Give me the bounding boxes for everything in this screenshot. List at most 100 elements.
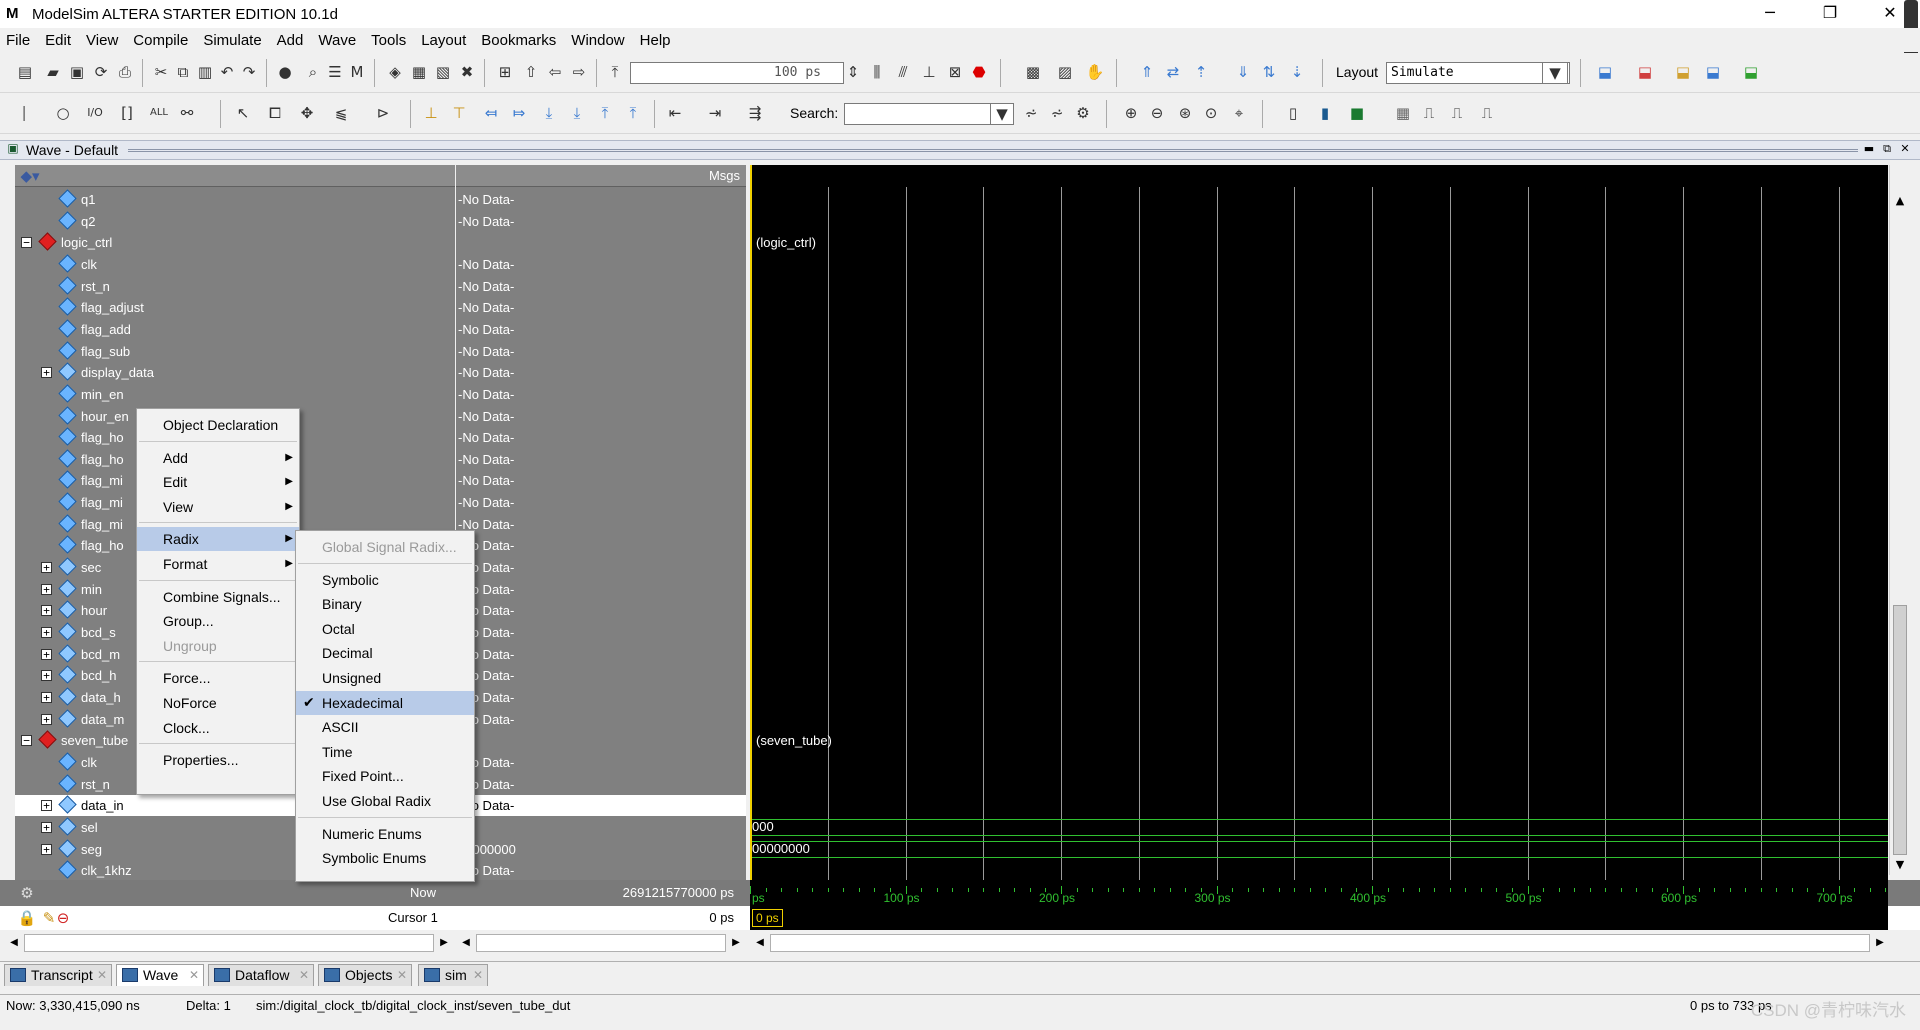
signal-row[interactable]: flag_adjust bbox=[15, 297, 455, 318]
wave-fall-icon[interactable]: ⎍ bbox=[1446, 102, 1468, 124]
tab-dataflow[interactable]: Dataflow ✕ bbox=[208, 964, 314, 986]
wave-close-button[interactable]: ✕ bbox=[1898, 142, 1912, 156]
wave-edge-icon[interactable]: ⎍ bbox=[1476, 102, 1498, 124]
expand-icon[interactable]: + bbox=[41, 583, 52, 595]
signal-row[interactable]: + display_data bbox=[15, 362, 455, 383]
cursor-add-icon[interactable]: ⊥ bbox=[420, 102, 442, 124]
menu-item-numeric-enums[interactable]: Numeric Enums bbox=[296, 822, 474, 846]
menu-item-noforce[interactable]: NoForce bbox=[137, 691, 299, 715]
menu-item-ascii[interactable]: ASCII bbox=[296, 715, 474, 739]
layout-dropdown-chevron-icon[interactable]: ▼ bbox=[1542, 62, 1568, 84]
search-dropdown-chevron-icon[interactable]: ▼ bbox=[990, 103, 1014, 125]
menu-item-properties[interactable]: Properties... bbox=[137, 748, 299, 772]
menu-item-object-declaration[interactable]: Object Declaration bbox=[137, 413, 299, 437]
menu-item-binary[interactable]: Binary bbox=[296, 592, 474, 616]
menu-simulate[interactable]: Simulate bbox=[203, 32, 261, 49]
cursor-time-marker[interactable]: 0 ps bbox=[752, 909, 783, 927]
stop-icon[interactable]: ⬣ bbox=[968, 61, 990, 83]
expand-icon[interactable]: + bbox=[41, 562, 52, 574]
run-length-spinner-icon[interactable]: ⇕ bbox=[846, 61, 860, 83]
tab-close-icon[interactable]: ✕ bbox=[299, 965, 309, 985]
find-prev-icon[interactable]: ⇤ bbox=[664, 102, 686, 124]
menu-item-group[interactable]: Group... bbox=[137, 609, 299, 633]
names-scroll-right-icon[interactable]: ▶ bbox=[436, 934, 452, 952]
zero-icon[interactable]: ○ bbox=[52, 102, 74, 124]
forward-arrow-icon[interactable]: ⇨ bbox=[568, 61, 590, 83]
search-input[interactable] bbox=[844, 103, 1014, 125]
wave-rise-icon[interactable]: ⎍ bbox=[1418, 102, 1440, 124]
simulate-icon[interactable]: ◈ bbox=[384, 61, 406, 83]
expand-icon[interactable]: + bbox=[41, 800, 52, 812]
insert-cursor-icon[interactable]: ⎸ bbox=[20, 102, 42, 124]
hier-up-icon[interactable]: ⇑ bbox=[1136, 61, 1158, 83]
restore-button[interactable]: ❐ bbox=[1800, 0, 1860, 28]
paste-icon[interactable]: ▥ bbox=[194, 61, 216, 83]
cursor-delete-icon[interactable]: ⊤ bbox=[448, 102, 470, 124]
scroll-down-arrow-icon[interactable]: ▼ bbox=[1892, 857, 1908, 873]
modelsim-m-icon[interactable]: M bbox=[346, 61, 368, 83]
values-scroll-right-icon[interactable]: ▶ bbox=[728, 934, 744, 952]
tab-close-icon[interactable]: ✕ bbox=[473, 965, 483, 985]
now-row-tools-icon[interactable]: ⚙ bbox=[16, 882, 38, 904]
select-pointer-icon[interactable]: ↖ bbox=[232, 102, 254, 124]
up-arrow-icon[interactable]: ⇧ bbox=[520, 61, 542, 83]
step-over-icon[interactable]: ▨ bbox=[1054, 61, 1076, 83]
expand-icon[interactable]: + bbox=[41, 627, 52, 638]
stepper-icon[interactable]: ⊳ bbox=[372, 102, 394, 124]
menu-item-symbolic[interactable]: Symbolic bbox=[296, 568, 474, 592]
expand-icon[interactable]: + bbox=[41, 713, 52, 725]
bracket-icon[interactable]: [] bbox=[116, 102, 138, 124]
tab-sim[interactable]: sim ✕ bbox=[418, 964, 488, 986]
break-sim-icon[interactable]: ⊠ bbox=[944, 61, 966, 83]
menu-item-format[interactable]: Format ▶ bbox=[137, 552, 299, 576]
find-icon[interactable]: ⌕ bbox=[302, 61, 324, 83]
drag-grip[interactable] bbox=[128, 149, 1858, 152]
layout-option-2-icon[interactable]: ⬓ bbox=[1634, 61, 1656, 83]
menu-item-view[interactable]: View ▶ bbox=[137, 495, 299, 519]
collapse-icon[interactable]: ☰ bbox=[324, 61, 346, 83]
zoom-box-icon[interactable]: ⧠ bbox=[264, 102, 286, 124]
step-icon[interactable]: ⊞ bbox=[494, 61, 516, 83]
names-scroll-left-icon[interactable]: ◀ bbox=[6, 934, 22, 952]
menu-item-symbolic-enums[interactable]: Symbolic Enums bbox=[296, 846, 474, 870]
menu-tools[interactable]: Tools bbox=[371, 32, 406, 49]
signal-row[interactable]: rst_n bbox=[15, 275, 455, 297]
zoom-full-icon[interactable]: ⊛ bbox=[1174, 102, 1196, 124]
signal-row[interactable]: flag_add bbox=[15, 319, 455, 340]
wave-scroll-right-icon[interactable]: ▶ bbox=[1872, 934, 1888, 952]
expand-icon[interactable]: + bbox=[41, 670, 52, 682]
scroll-up-arrow-icon[interactable]: ▲ bbox=[1892, 193, 1908, 209]
cursor-remove-icon[interactable]: ⊖ bbox=[52, 907, 74, 929]
signal-row[interactable]: q1 bbox=[15, 189, 455, 210]
layout-option-4-icon[interactable]: ⬓ bbox=[1702, 61, 1724, 83]
pan-icon[interactable]: ✥ bbox=[296, 102, 318, 124]
signal-row[interactable]: − logic_ctrl bbox=[15, 232, 455, 253]
names-hscroll[interactable] bbox=[24, 934, 434, 952]
menu-item-unsigned[interactable]: Unsigned bbox=[296, 666, 474, 690]
menu-edit[interactable]: Edit bbox=[45, 32, 71, 49]
cursor-line[interactable] bbox=[750, 165, 752, 880]
menu-item-time[interactable]: Time bbox=[296, 740, 474, 764]
menu-item-force[interactable]: Force... bbox=[137, 666, 299, 690]
zoom-cursor-icon[interactable]: ⊙ bbox=[1200, 102, 1222, 124]
layout-option-1-icon[interactable]: ⬓ bbox=[1594, 61, 1616, 83]
expand-icon[interactable]: + bbox=[41, 648, 52, 660]
end-sim-icon[interactable]: ✖ bbox=[456, 61, 478, 83]
signal-row[interactable]: clk bbox=[15, 254, 455, 275]
edit-mode-icon[interactable]: ⫹ bbox=[330, 102, 352, 124]
signal-row[interactable]: min_en bbox=[15, 384, 455, 405]
menu-item-radix[interactable]: Radix ▶ bbox=[137, 527, 299, 552]
tab-transcript[interactable]: Transcript ✕ bbox=[4, 964, 112, 986]
restart-icon[interactable]: ⤒ bbox=[604, 61, 626, 83]
wave-format-2-icon[interactable]: ▮ bbox=[1314, 102, 1336, 124]
find-edge-icon[interactable]: ⇶ bbox=[744, 102, 766, 124]
next-falling-icon[interactable]: ⤓ bbox=[566, 102, 588, 124]
menu-item-hexadecimal[interactable]: ✔ Hexadecimal bbox=[296, 690, 474, 715]
wave-grid-icon[interactable]: ▦ bbox=[1392, 102, 1414, 124]
sim-setup-icon[interactable]: ▦ bbox=[408, 61, 430, 83]
wave-undock-button[interactable]: ⧉ bbox=[1880, 142, 1894, 156]
zoom-in-icon[interactable]: ⊕ bbox=[1120, 102, 1142, 124]
io-icon[interactable]: I/O bbox=[84, 102, 106, 124]
tab-objects[interactable]: Objects ✕ bbox=[318, 964, 412, 986]
menu-item-fixed-point[interactable]: Fixed Point... bbox=[296, 764, 474, 788]
